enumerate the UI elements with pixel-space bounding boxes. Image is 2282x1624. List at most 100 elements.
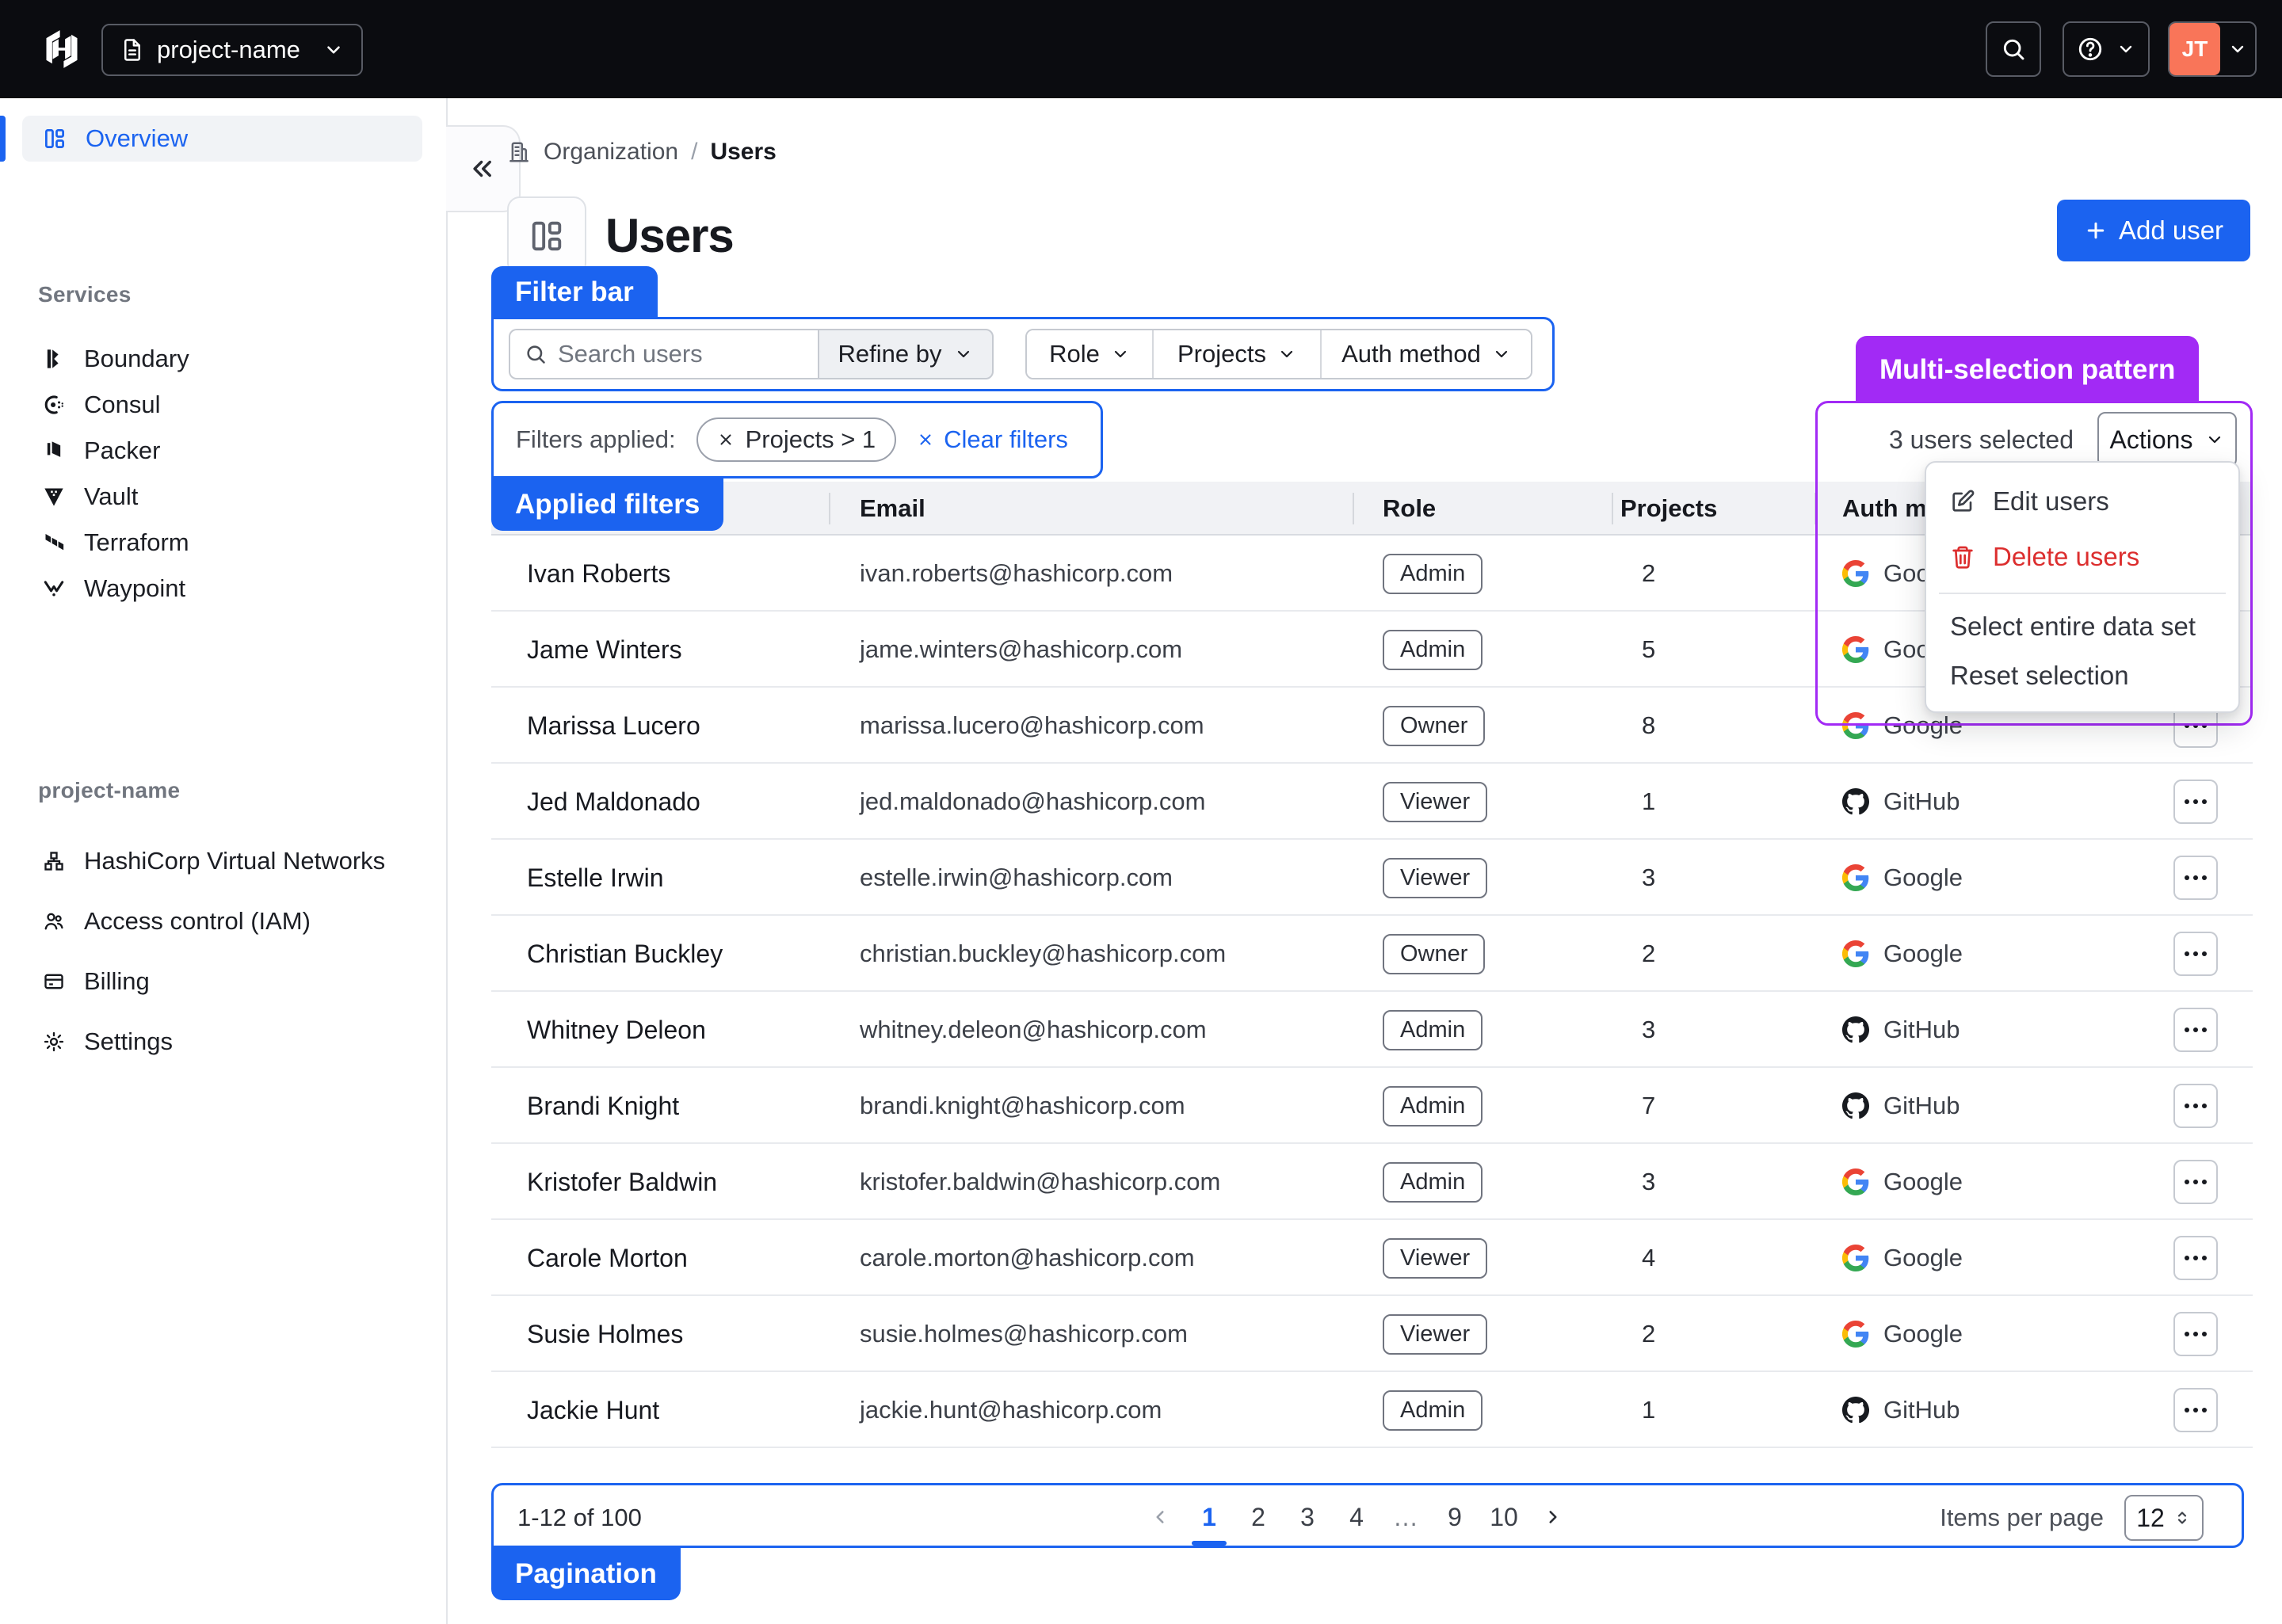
annotation-pagination: Pagination [491, 1548, 681, 1600]
sidebar-item-billing[interactable]: Billing [22, 959, 422, 1005]
sidebar-item-overview[interactable]: Overview [22, 116, 422, 162]
project-switcher[interactable]: project-name [101, 24, 363, 76]
role-badge: Owner [1383, 706, 1485, 746]
page-button-1[interactable]: 1 [1189, 1495, 1230, 1539]
row-overflow-button[interactable] [2173, 1084, 2218, 1128]
help-menu-button[interactable] [2063, 21, 2150, 77]
credit-card-icon [43, 970, 65, 993]
previous-page-button[interactable] [1139, 1495, 1181, 1539]
page-title-iconbox [507, 196, 586, 276]
sidebar-item-waypoint[interactable]: Waypoint [22, 566, 422, 612]
projects-count: 1 [1642, 764, 1655, 840]
row-overflow-button[interactable] [2173, 1160, 2218, 1204]
applied-filters-bar: Filters applied: Projects > 1 Clear filt… [491, 401, 1103, 478]
sidebar-item-access-control[interactable]: Access control (IAM) [22, 898, 422, 944]
github-icon [1842, 1016, 1869, 1043]
pagination-ellipsis: … [1385, 1495, 1426, 1539]
users-icon [43, 910, 65, 932]
table-row: Kristofer Baldwin kristofer.baldwin@hashi… [491, 1144, 2253, 1220]
row-overflow-button[interactable] [2173, 856, 2218, 900]
row-overflow-button[interactable] [2173, 1312, 2218, 1356]
user-email: kristofer.baldwin@hashicorp.com [860, 1144, 1220, 1220]
top-navbar: project-name JT [0, 0, 2282, 98]
user-name: Jed Maldonado [527, 764, 700, 840]
menu-item-delete-users[interactable]: Delete users [1926, 529, 2238, 585]
search-input[interactable] [558, 340, 796, 368]
sidebar-item-vault[interactable]: Vault [22, 474, 422, 520]
menu-item-edit-users[interactable]: Edit users [1926, 474, 2238, 529]
auth-method-filter-dropdown[interactable]: Auth method [1320, 330, 1531, 378]
auth-method-label: GitHub [1883, 1016, 1960, 1044]
add-user-label: Add user [2119, 215, 2223, 246]
breadcrumb-current: Users [710, 139, 776, 166]
filter-chip[interactable]: Projects > 1 [696, 417, 897, 462]
menu-item-reset-selection[interactable]: Reset selection [1926, 651, 2238, 700]
sidebar: Overview Services Boundary Consul Packer… [0, 98, 448, 1624]
page-button-4[interactable]: 4 [1336, 1495, 1377, 1539]
pagination-pages: 1234…910 [1139, 1495, 1574, 1539]
chevron-down-icon [2205, 430, 2224, 449]
clear-filters-button[interactable]: Clear filters [917, 425, 1068, 454]
role-badge: Admin [1383, 630, 1483, 670]
breadcrumb-organization[interactable]: Organization [544, 139, 678, 166]
ellipsis-icon [2185, 1256, 2189, 1260]
items-per-page-select[interactable]: 12 [2124, 1495, 2204, 1541]
github-icon [1842, 1092, 1869, 1119]
table-row: Jed Maldonadojed.maldonado@hashicorp.com… [491, 764, 2253, 840]
sidebar-item-packer[interactable]: Packer [22, 428, 422, 474]
auth-method-cell: GitHub [1842, 764, 1960, 840]
annotation-filter-bar: Filter bar [491, 266, 658, 318]
projects-count: 2 [1642, 536, 1655, 612]
search-icon [525, 343, 547, 365]
close-icon [917, 431, 934, 448]
menu-item-select-entire-data-set[interactable]: Select entire data set [1926, 602, 2238, 651]
chevrons-left-icon [469, 155, 496, 182]
role-badge: Viewer [1383, 1314, 1487, 1355]
auth-method-label: Google [1883, 940, 1963, 968]
next-page-button[interactable] [1532, 1495, 1574, 1539]
row-overflow-button[interactable] [2173, 932, 2218, 976]
filter-dropdown-group: Role Projects Auth method [1025, 329, 1532, 379]
user-name: Carole Morton [527, 1220, 688, 1296]
column-divider [1353, 493, 1354, 524]
menu-item-label: Edit users [1993, 486, 2109, 517]
avatar: JT [2169, 23, 2220, 75]
role-filter-dropdown[interactable]: Role [1027, 330, 1152, 378]
page-button-10[interactable]: 10 [1483, 1495, 1525, 1539]
page-button-3[interactable]: 3 [1287, 1495, 1328, 1539]
account-menu-button[interactable]: JT [2168, 21, 2257, 77]
row-overflow-button[interactable] [2173, 1008, 2218, 1052]
breadcrumb-separator: / [691, 139, 697, 166]
help-icon [2077, 36, 2104, 63]
sidebar-item-terraform[interactable]: Terraform [22, 520, 422, 566]
chevron-down-icon [1492, 345, 1511, 364]
grid-icon [529, 218, 565, 254]
page-button-9[interactable]: 9 [1434, 1495, 1475, 1539]
sidebar-item-virtual-networks[interactable]: HashiCorp Virtual Networks [22, 838, 422, 884]
sidebar-item-label: Waypoint [84, 574, 185, 603]
ellipsis-icon [2185, 951, 2189, 956]
table-row: Jackie Huntjackie.hunt@hashicorp.comAdmi… [491, 1372, 2253, 1448]
add-user-button[interactable]: Add user [2057, 200, 2250, 261]
auth-method-filter-label: Auth method [1341, 340, 1481, 368]
row-overflow-button[interactable] [2173, 1236, 2218, 1280]
auth-method-cell: Google [1842, 1296, 1963, 1372]
global-search-button[interactable] [1986, 21, 2041, 77]
sidebar-item-settings[interactable]: Settings [22, 1019, 422, 1065]
user-name: Kristofer Baldwin [527, 1144, 717, 1220]
projects-filter-label: Projects [1177, 340, 1266, 368]
role-cell: Owner [1383, 688, 1485, 764]
page-button-2[interactable]: 2 [1238, 1495, 1279, 1539]
sidebar-item-boundary[interactable]: Boundary [22, 336, 422, 382]
user-email: ivan.roberts@hashicorp.com [860, 536, 1173, 612]
projects-filter-dropdown[interactable]: Projects [1152, 330, 1320, 378]
file-text-icon [120, 38, 144, 62]
actions-dropdown-button[interactable]: Actions [2097, 412, 2237, 467]
row-overflow-button[interactable] [2173, 1388, 2218, 1432]
annotation-applied-filters: Applied filters [491, 478, 723, 531]
sidebar-item-consul[interactable]: Consul [22, 382, 422, 428]
column-header-email: Email [860, 482, 925, 536]
ellipsis-icon [2185, 1104, 2189, 1108]
refine-by-dropdown[interactable]: Refine by [818, 329, 994, 379]
row-overflow-button[interactable] [2173, 780, 2218, 824]
